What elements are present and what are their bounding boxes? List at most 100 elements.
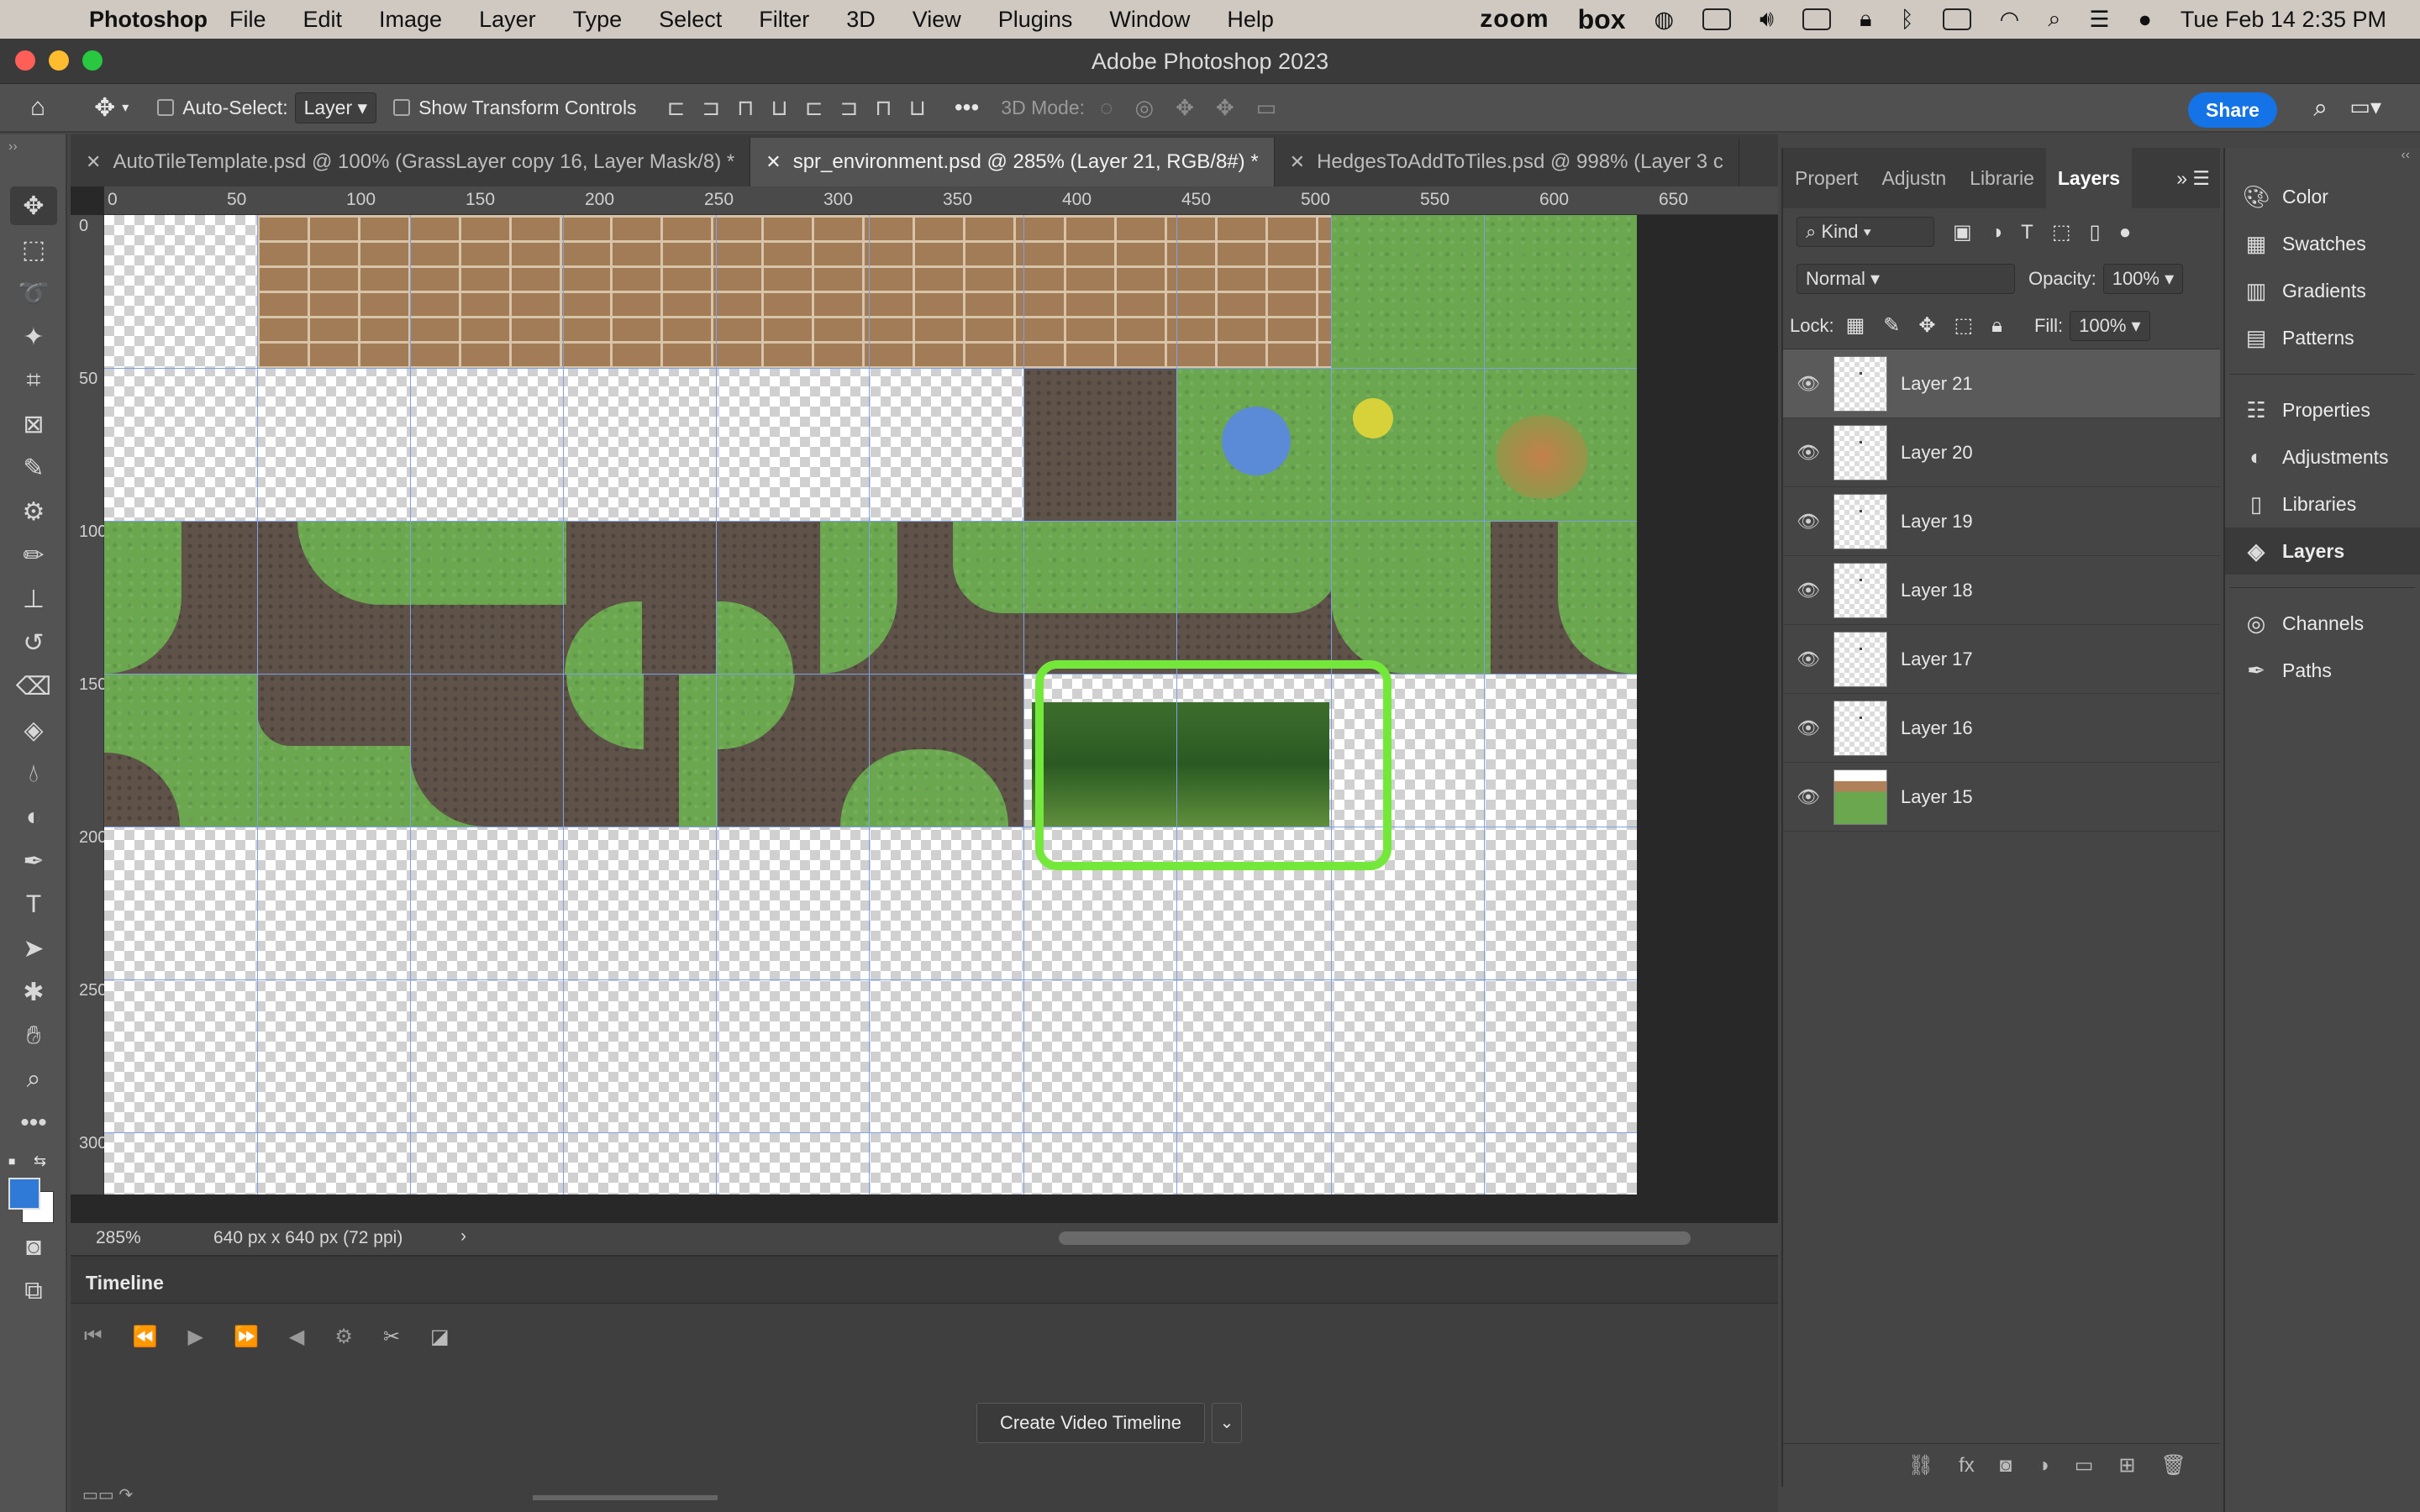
transition-icon[interactable]: ◪ [430,1325,450,1349]
dock-color[interactable]: 🎨︎ Color [2225,173,2420,220]
dock-paths[interactable]: ✒ Paths [2225,647,2420,694]
zoom-status-icon[interactable]: zoom [1480,5,1549,34]
zoom-level[interactable]: 285% [96,1228,141,1248]
horizontal-ruler[interactable]: 0 50 100 150 200 250 300 350 400 450 500 550 600 650 [104,186,1778,215]
menu-help[interactable]: Help [1227,7,1274,33]
quick-mask-icon[interactable]: ◙ [10,1228,57,1267]
dock-patterns[interactable]: ▤ Patterns [2225,314,2420,361]
home-icon[interactable]: ⌂ [30,93,45,122]
new-group-icon[interactable]: ▭ [2075,1453,2094,1478]
guide[interactable] [104,1132,1637,1133]
guide[interactable] [869,215,870,1194]
share-button[interactable]: Share [2188,92,2277,128]
lock-icons[interactable]: ▦✎✥⬚🔒︎ [1846,313,2021,338]
volume-icon[interactable]: 🔊︎ [1760,6,1774,33]
tab-properties[interactable]: Propert [1783,148,1870,208]
globe-icon[interactable]: ◍ [1654,7,1674,33]
timeline-zoom-slider[interactable] [533,1495,718,1500]
create-video-timeline-button[interactable]: Create Video Timeline [976,1403,1205,1443]
crop-tool-icon[interactable]: ⌗ [10,361,57,400]
auto-select-dropdown[interactable]: Layer ▾ [294,92,377,123]
audio-icon[interactable]: ◀ [289,1325,304,1349]
shape-tool-icon[interactable]: ✱ [10,973,57,1011]
guide[interactable] [104,368,1637,369]
canvas[interactable] [104,215,1637,1194]
collapse-toolbar-icon[interactable]: ›› [0,134,66,181]
blur-tool-icon[interactable]: 💧︎ [10,754,57,793]
lock-status-icon[interactable]: 🔒︎ [1860,6,1871,33]
menu-plugins[interactable]: Plugins [998,7,1073,33]
close-tab-icon[interactable]: ✕ [765,151,781,173]
box-status-icon[interactable]: box [1578,4,1626,35]
foreground-color-swatch[interactable] [8,1178,40,1210]
battery-icon[interactable] [1942,8,1971,30]
adjustment-layer-icon[interactable]: ◑ [2037,1454,2049,1478]
layer-row[interactable]: 👁︎ Layer 16 [1783,694,2220,763]
timeline-type-dropdown-icon[interactable]: ⌄ [1212,1403,1242,1443]
close-tab-icon[interactable]: ✕ [1290,151,1305,173]
tab-libraries[interactable]: Librarie [1958,148,2046,208]
dock-channels[interactable]: ◎ Channels [2225,600,2420,647]
dock-libraries[interactable]: ▯ Libraries [2225,480,2420,528]
eyedropper-icon[interactable]: ✎ [10,449,57,487]
horizontal-scrollbar[interactable] [1059,1231,1691,1245]
visibility-eye-icon[interactable]: 👁︎ [1783,442,1833,464]
layer-name[interactable]: Layer 19 [1901,511,1973,533]
layer-row[interactable]: 👁︎ Layer 20 [1783,418,2220,487]
status-expand-icon[interactable]: › [460,1226,466,1247]
default-colors-icon[interactable]: ■ [8,1154,15,1168]
layer-row[interactable]: 👁︎ Layer 18 [1783,556,2220,625]
guide[interactable] [104,521,1637,522]
close-tab-icon[interactable]: ✕ [86,151,101,173]
search-icon[interactable]: ⌕ [2313,94,2328,123]
play-icon[interactable]: ▶ [188,1325,203,1349]
visibility-eye-icon[interactable]: 👁︎ [1783,717,1833,739]
tab-layers[interactable]: Layers [2045,148,2133,208]
visibility-eye-icon[interactable]: 👁︎ [1783,373,1833,395]
zoom-tool-icon[interactable]: ⌕ [10,1060,57,1099]
clock[interactable]: Tue Feb 14 2:35 PM [2181,7,2386,33]
guide[interactable] [257,215,258,1194]
blend-mode-dropdown[interactable]: Normal ▾ [1797,264,2015,294]
new-layer-icon[interactable]: ⊞ [2118,1453,2135,1478]
workspace-icon[interactable]: ▭▾ [2349,94,2381,120]
visibility-eye-icon[interactable]: 👁︎ [1783,786,1833,808]
screen-mirror-icon[interactable] [1802,8,1832,30]
layer-mask-icon[interactable]: ◙ [2000,1454,2012,1478]
bluetooth-icon[interactable]: ᛒ [1900,7,1913,33]
edit-toolbar-icon[interactable]: ••• [10,1104,57,1142]
spotlight-icon[interactable]: ⌕ [2048,6,2060,33]
document-canvas-area[interactable]: 0 50 100 150 200 250 300 350 400 450 500 550 600 650 … [71,186,1778,1458]
panel-menu-icon[interactable]: » ☰ [2166,148,2220,208]
history-brush-icon[interactable]: ↺ [10,623,57,662]
menu-filter[interactable]: Filter [759,7,809,33]
control-center-icon[interactable]: ☰ [2089,7,2109,33]
layer-row[interactable]: 👁︎ Layer 21 [1783,349,2220,418]
filter-icons[interactable]: ▣◑T⬚▯● [1953,220,2149,244]
document-size[interactable]: 640 px x 640 px (72 ppi) [213,1228,402,1248]
align-icons[interactable]: ⊏⊐⊓⊔⊏⊐⊓⊔ [667,95,943,121]
menu-3d[interactable]: 3D [846,7,876,33]
collapse-dock-icon[interactable]: ‹‹ [2225,148,2420,173]
wifi-icon[interactable]: ◠ [2000,7,2020,33]
layer-name[interactable]: Layer 17 [1901,648,1973,670]
move-tool-icon[interactable]: ✥ [94,93,115,123]
lasso-tool-icon[interactable]: ➰ [10,274,57,312]
clone-stamp-icon[interactable]: ⊥ [10,580,57,618]
prev-frame-icon[interactable]: ⏪ [133,1325,158,1349]
keyboard-icon[interactable] [1702,8,1732,30]
tab-spr-environment[interactable]: ✕ spr_environment.psd @ 285% (Layer 21, … [750,138,1275,186]
dock-gradients[interactable]: ▥ Gradients [2225,267,2420,314]
brush-tool-icon[interactable]: ✏ [10,536,57,575]
siri-icon[interactable]: ● [2139,7,2152,33]
type-tool-icon[interactable]: T [10,885,57,924]
menu-type[interactable]: Type [573,7,623,33]
path-selection-icon[interactable]: ➤ [10,929,57,968]
move-tool-icon[interactable]: ✥ [10,186,57,225]
menu-layer[interactable]: Layer [479,7,536,33]
timeline-footer-icons[interactable]: ▭▭ ↷ [82,1484,133,1505]
screen-mode-icon[interactable]: ⧉ [10,1272,57,1310]
menu-window[interactable]: Window [1109,7,1190,33]
layer-row[interactable]: 👁︎ Layer 19 [1783,487,2220,556]
settings-icon[interactable]: ⚙ [334,1325,353,1349]
